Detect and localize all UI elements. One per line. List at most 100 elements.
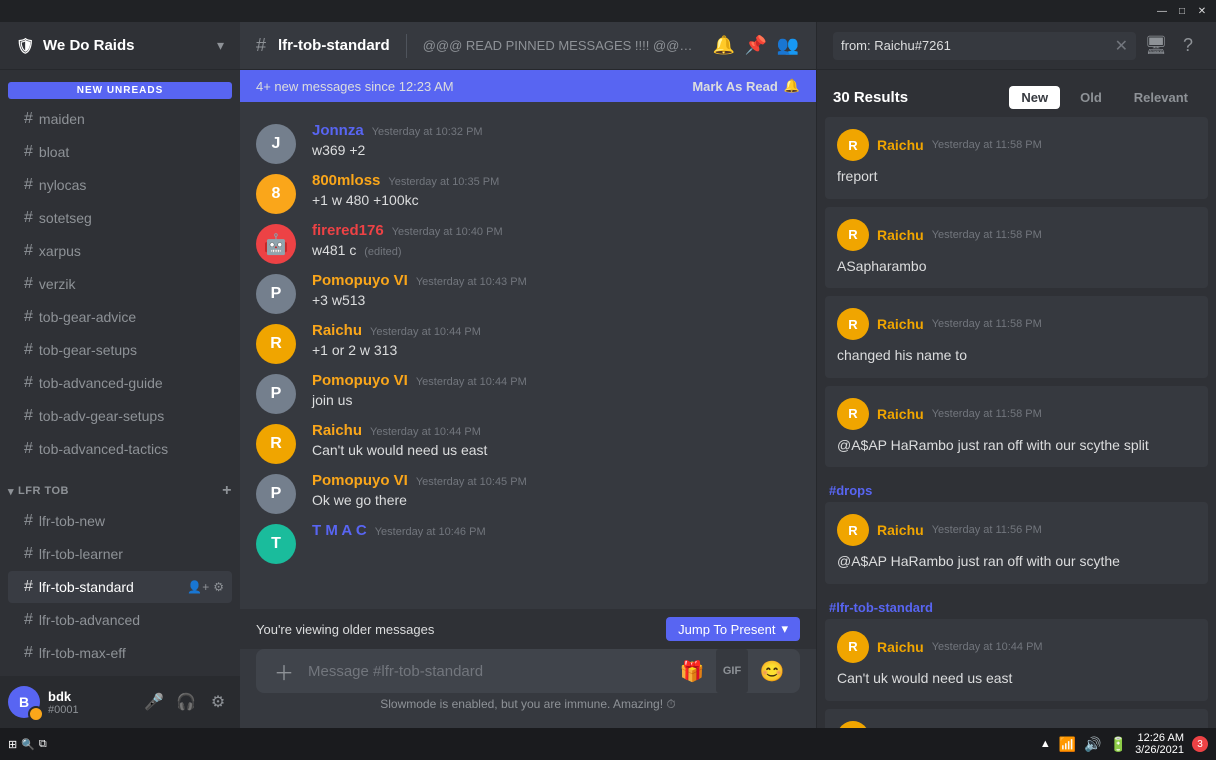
result-username: Raichu [877,639,924,655]
message-content: 800mloss Yesterday at 10:35 PM +1 w 480 … [312,172,800,214]
pin-icon[interactable]: 📌 [744,34,768,58]
list-item[interactable]: R Raichu Yesterday at 11:58 PM @A$AP HaR… [825,386,1208,468]
sidebar-item-tob-gear-advice[interactable]: # tob-gear-advice [8,301,232,333]
task-view-icon[interactable]: ⧉ [39,738,47,751]
windows-icon[interactable]: ⊞ [8,738,17,751]
avatar: T [256,524,296,564]
message-input[interactable] [308,649,668,693]
message-text: w481 c (edited) [312,241,800,261]
main-content: # lfr-tob-standard @@@ READ PINNED MESSA… [240,22,816,728]
add-member-icon[interactable]: 👤+ [187,580,209,594]
list-item[interactable]: R Raichu Yesterday at 11:58 PM freport [825,117,1208,199]
close-btn[interactable]: ✕ [1196,5,1208,17]
list-item[interactable]: R Raichu Yesterday at 11:58 PM ASapharam… [825,207,1208,289]
add-channel-btn[interactable]: + [222,482,232,500]
help-icon[interactable]: ? [1176,34,1200,58]
result-avatar: R [837,721,869,728]
message-username[interactable]: firered176 [312,222,384,239]
hash-icon: # [24,611,33,629]
search-results: R Raichu Yesterday at 11:58 PM freport R… [817,117,1216,728]
gif-btn[interactable]: GIF [716,649,748,693]
clock-area: 12:26 AM 3/26/2021 [1135,732,1184,756]
mute-channel-icon[interactable]: 🔔 [712,34,736,58]
category-lfr-tob[interactable]: ▾ LFR TOB + [0,466,240,504]
message-username[interactable]: Pomopuyo VI [312,372,408,389]
filter-new-btn[interactable]: New [1009,86,1060,109]
list-item[interactable]: R Raichu Yesterday at 10:44 PM +1 or 2 w… [825,709,1208,728]
filter-old-btn[interactable]: Old [1068,86,1114,109]
monitor-icon[interactable]: 🖥 [1144,34,1168,58]
message-username[interactable]: 800mloss [312,172,380,189]
sidebar-item-lfr-tob-standard[interactable]: # lfr-tob-standard 👤+ ⚙ [8,571,232,603]
sidebar-item-lfr-tob-max-eff[interactable]: # lfr-tob-max-eff [8,637,232,669]
message-content: Jonnza Yesterday at 10:32 PM w369 +2 [312,122,800,164]
sidebar-item-tob-adv-gear-setups[interactable]: # tob-adv-gear-setups [8,400,232,432]
message-username[interactable]: Jonnza [312,122,364,139]
message-header: 800mloss Yesterday at 10:35 PM [312,172,800,189]
sidebar-item-tob-advanced-tactics[interactable]: # tob-advanced-tactics [8,433,232,465]
avatar: R [256,324,296,364]
message-username[interactable]: Raichu [312,422,362,439]
mark-as-read-btn[interactable]: Mark As Read 🔔 [692,78,800,94]
hash-icon: # [24,578,33,596]
message-text: Can't uk would need us east [312,441,800,461]
avatar: P [256,474,296,514]
message-timestamp: Yesterday at 10:40 PM [392,226,503,238]
result-text: @A$AP HaRambo just ran off with our scyt… [837,552,1196,572]
channel-section-divider: #lfr-tob-standard [825,592,1208,619]
list-item[interactable]: R Raichu Yesterday at 11:56 PM @A$AP HaR… [825,502,1208,584]
message-content: Pomopuyo VI Yesterday at 10:45 PM Ok we … [312,472,800,514]
message-header: T M A C Yesterday at 10:46 PM [312,522,800,539]
message-timestamp: Yesterday at 10:43 PM [416,276,527,288]
add-file-btn[interactable]: ＋ [268,649,300,693]
message-username[interactable]: Raichu [312,322,362,339]
members-icon[interactable]: 👥 [776,34,800,58]
sidebar-item-bloat[interactable]: # bloat [8,136,232,168]
minimize-btn[interactable]: — [1156,5,1168,17]
sidebar-item-sotetseg[interactable]: # sotetseg [8,202,232,234]
avatar: R [256,424,296,464]
deafen-btn[interactable]: 🎧 [172,688,200,716]
sidebar-item-lfr-tob-learner[interactable]: # lfr-tob-learner [8,538,232,570]
message-username[interactable]: Pomopuyo VI [312,472,408,489]
new-messages-text: 4+ new messages since 12:23 AM [256,79,454,94]
sidebar-item-lfr-tob-new[interactable]: # lfr-tob-new [8,505,232,537]
jump-to-present-btn[interactable]: Jump To Present ▾ [666,617,800,641]
result-timestamp: Yesterday at 11:58 PM [932,229,1042,241]
list-item[interactable]: R Raichu Yesterday at 11:58 PM changed h… [825,296,1208,378]
table-row: P Pomopuyo VI Yesterday at 10:43 PM +3 w… [240,268,816,318]
search-input[interactable] [841,38,1115,53]
search-clear-btn[interactable]: ✕ [1115,36,1128,56]
up-arrow-icon[interactable]: ▲ [1040,738,1051,750]
taskbar-left: ⊞ 🔍 ⧉ [8,738,47,751]
result-avatar: R [837,398,869,430]
gift-icon[interactable]: 🎁 [676,649,708,693]
mute-btn[interactable]: 🎤 [140,688,168,716]
sidebar-item-nylocas[interactable]: # nylocas [8,169,232,201]
settings-btn[interactable]: ⚙ [204,688,232,716]
filter-relevant-btn[interactable]: Relevant [1122,86,1200,109]
result-header: R Raichu Yesterday at 10:44 PM [837,631,1196,663]
messages-container[interactable]: J Jonnza Yesterday at 10:32 PM w369 +2 8… [240,102,816,609]
sidebar-item-tob-gear-setups[interactable]: # tob-gear-setups [8,334,232,366]
message-username[interactable]: T M A C [312,522,367,539]
search-icon[interactable]: 🔍 [21,738,35,751]
maximize-btn[interactable]: □ [1176,5,1188,17]
settings-icon[interactable]: ⚙ [213,580,224,594]
sidebar-item-maiden[interactable]: # maiden [8,103,232,135]
sidebar-item-verzik[interactable]: # verzik [8,268,232,300]
list-item[interactable]: R Raichu Yesterday at 10:44 PM Can't uk … [825,619,1208,701]
slowmode-notice: Slowmode is enabled, but you are immune.… [256,693,800,720]
server-header[interactable]: 🛡 We Do Raids ▾ [0,22,240,70]
sidebar-item-xarpus[interactable]: # xarpus [8,235,232,267]
message-username[interactable]: Pomopuyo VI [312,272,408,289]
emoji-btn[interactable]: 😊 [756,649,788,693]
sidebar-item-tob-advanced-guide[interactable]: # tob-advanced-guide [8,367,232,399]
hash-icon: # [24,308,33,326]
message-header: Raichu Yesterday at 10:44 PM [312,422,800,439]
discord-icon: 🛡 [16,37,35,55]
message-header: Pomopuyo VI Yesterday at 10:44 PM [312,372,800,389]
sidebar-item-lfr-tob-advanced[interactable]: # lfr-tob-advanced [8,604,232,636]
result-text: Can't uk would need us east [837,669,1196,689]
user-info: bdk #0001 [48,689,132,716]
